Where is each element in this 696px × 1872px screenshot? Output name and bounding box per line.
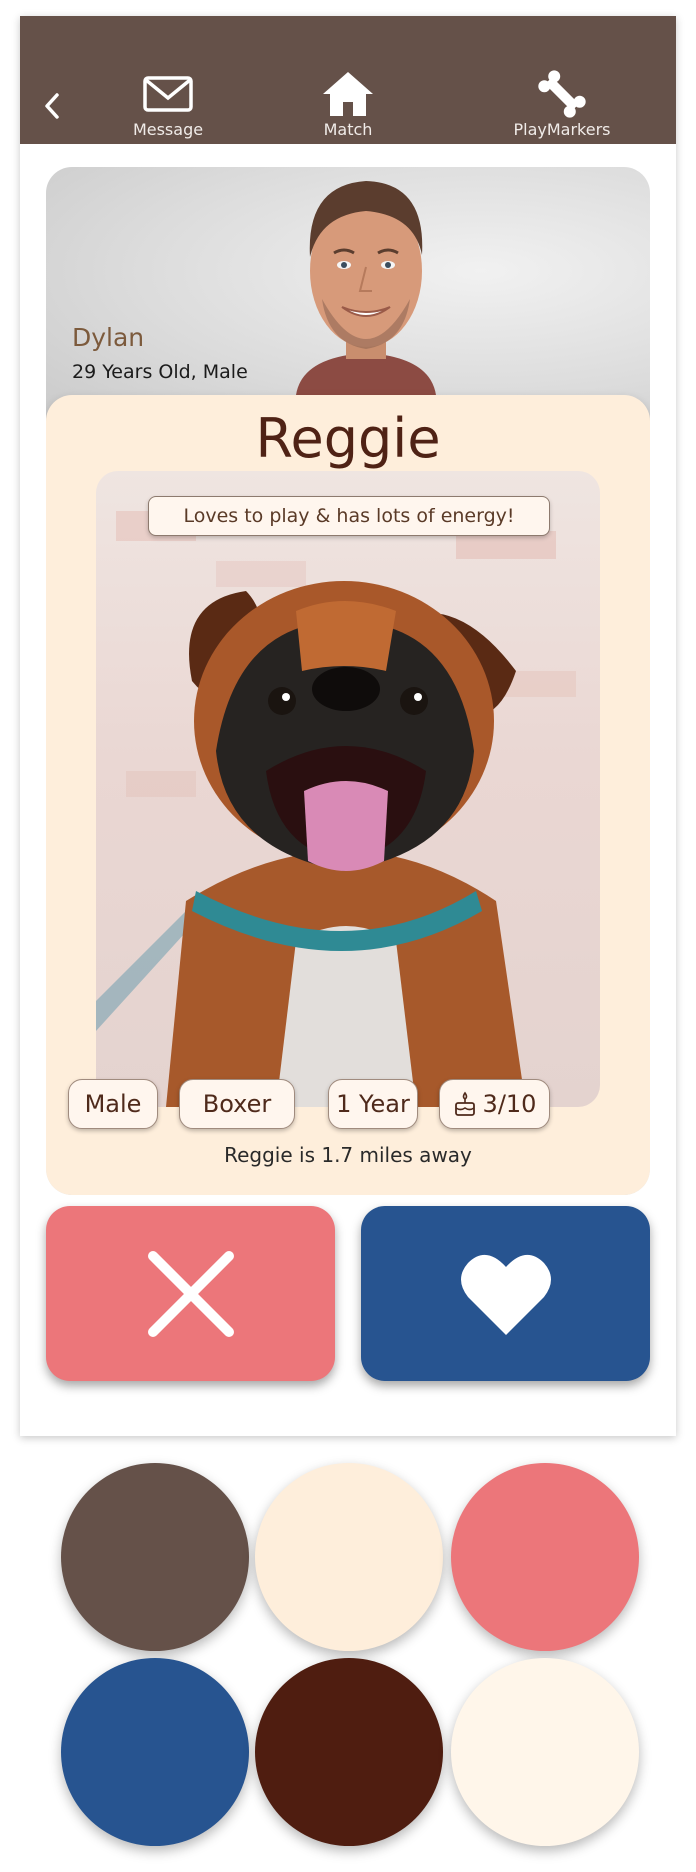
pet-section: Reggie Loves to play & has lots of energ…	[46, 395, 650, 1195]
app-screen: Message Match PlayMarkers Dylan 29 Years…	[20, 16, 676, 1436]
swatch-ivory	[451, 1658, 639, 1846]
owner-details: 29 Years Old, Male	[72, 361, 248, 383]
chip-age-label: 1 Year	[336, 1090, 410, 1118]
reject-button[interactable]	[46, 1206, 335, 1381]
x-icon	[147, 1250, 234, 1337]
heart-icon	[460, 1254, 551, 1335]
nav-playmarkers[interactable]: PlayMarkers	[492, 70, 632, 139]
nav-message-label: Message	[132, 120, 204, 139]
home-icon	[323, 72, 373, 116]
chip-energy-label: 3/10	[482, 1090, 537, 1118]
chip-sex-label: Male	[84, 1090, 142, 1118]
nav-message[interactable]: Message	[98, 70, 238, 139]
nav-match-label: Match	[323, 120, 373, 139]
chip-age: 1 Year	[328, 1079, 418, 1129]
like-button[interactable]	[361, 1206, 650, 1381]
chip-breed: Boxer	[179, 1079, 295, 1129]
swatch-blue	[61, 1658, 249, 1846]
bone-icon	[538, 70, 586, 118]
pet-tagline: Loves to play & has lots of energy!	[148, 496, 550, 536]
owner-name: Dylan	[72, 323, 145, 352]
profile-card: Dylan 29 Years Old, Male Reggie Loves to…	[46, 167, 650, 1195]
chip-breed-label: Boxer	[202, 1090, 272, 1118]
top-navigation-bar: Message Match PlayMarkers	[20, 16, 676, 144]
nav-match[interactable]: Match	[278, 70, 418, 139]
owner-section: Dylan 29 Years Old, Male	[46, 167, 650, 427]
back-button[interactable]	[38, 88, 66, 124]
pet-photo: Loves to play & has lots of energy!	[96, 471, 600, 1107]
pet-name: Reggie	[255, 407, 441, 470]
swatch-coral	[451, 1463, 639, 1651]
chip-sex: Male	[68, 1079, 158, 1129]
chevron-left-icon	[45, 93, 59, 119]
swatch-brown	[61, 1463, 249, 1651]
chip-energy: 3/10	[439, 1079, 550, 1129]
dog-illustration	[96, 511, 576, 1107]
owner-photo	[296, 181, 436, 395]
cake-icon	[454, 1091, 475, 1116]
mail-icon	[143, 76, 193, 112]
nav-playmarkers-label: PlayMarkers	[513, 120, 611, 139]
swatch-dark-brown	[255, 1658, 443, 1846]
pet-distance: Reggie is 1.7 miles away	[224, 1143, 472, 1167]
swatch-cream	[255, 1463, 443, 1651]
